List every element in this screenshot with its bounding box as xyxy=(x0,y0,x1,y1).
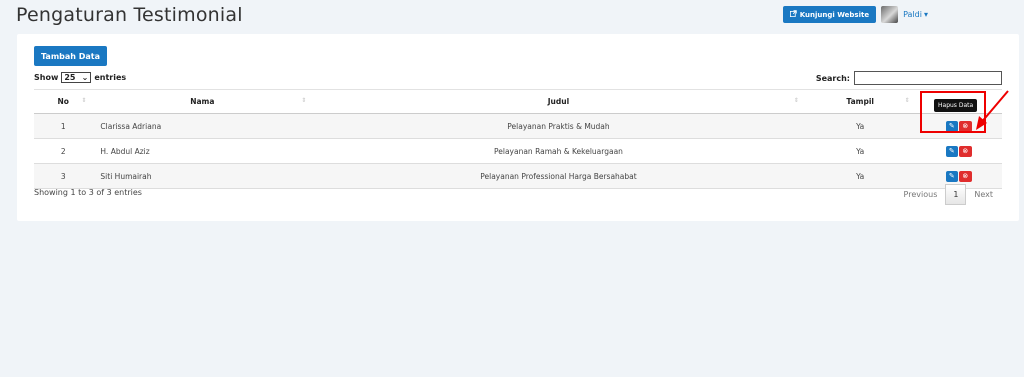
search-input[interactable] xyxy=(854,71,1002,85)
column-header-judul[interactable]: Judul ⇕ xyxy=(312,89,805,114)
chevron-down-icon: ⌄ xyxy=(81,73,89,82)
cell-actions: ✎ ⊗ xyxy=(915,138,1002,164)
cell-nama: Siti Humairah xyxy=(92,163,313,189)
testimonial-table: No ⇕ Nama ⇕ Judul ⇕ Tampil ⇕ 1 Clarissa Adri… xyxy=(34,89,1002,189)
cell-no: 3 xyxy=(34,163,93,189)
cell-judul: Pelayanan Professional Harga Bersahabat xyxy=(312,163,805,189)
pagination: Previous 1 Next xyxy=(904,184,993,205)
sort-icon: ⇕ xyxy=(793,97,799,104)
cell-tampil: Ya xyxy=(804,113,916,139)
column-header-label: Tampil xyxy=(846,97,874,106)
search-box: Search: xyxy=(816,71,1002,85)
column-header-nama[interactable]: Nama ⇕ xyxy=(92,89,313,114)
table-row: 1 Clarissa Adriana Pelayanan Praktis & M… xyxy=(34,113,1002,139)
data-card: Tambah Data Show 25 ⌄ entries Search: No… xyxy=(17,34,1019,221)
table-info: Showing 1 to 3 of 3 entries xyxy=(34,188,142,197)
column-header-label: Judul xyxy=(547,97,570,106)
column-header-label: No xyxy=(57,97,69,106)
sort-icon: ⇕ xyxy=(904,97,910,104)
avatar[interactable] xyxy=(881,6,899,23)
column-header-tampil[interactable]: Tampil ⇕ xyxy=(804,89,916,114)
cell-nama: H. Abdul Aziz xyxy=(92,138,313,164)
cell-judul: Pelayanan Ramah & Kekeluargaan xyxy=(312,138,805,164)
previous-button[interactable]: Previous xyxy=(904,190,938,199)
cell-tampil: Ya xyxy=(804,163,916,189)
entries-label: entries xyxy=(94,73,127,82)
sort-icon: ⇕ xyxy=(301,97,307,104)
page-button-1[interactable]: 1 xyxy=(945,184,967,205)
add-data-button[interactable]: Tambah Data xyxy=(34,46,108,66)
entries-length: Show 25 ⌄ entries xyxy=(34,72,126,83)
column-header-label: Nama xyxy=(190,97,215,106)
column-header-no[interactable]: No ⇕ xyxy=(34,89,93,114)
next-button[interactable]: Next xyxy=(974,190,993,199)
page-title: Pengaturan Testimonial xyxy=(16,4,243,26)
pencil-icon: ✎ xyxy=(948,147,955,155)
trash-icon: ⊗ xyxy=(962,172,969,180)
entries-select[interactable]: 25 ⌄ xyxy=(61,72,92,83)
delete-button[interactable]: ⊗ xyxy=(958,145,972,157)
user-menu[interactable]: Paldi ▾ xyxy=(903,10,928,19)
visit-website-label: Kunjungi Website xyxy=(799,10,870,19)
cell-tampil: Ya xyxy=(804,138,916,164)
annotation-arrow-icon xyxy=(976,90,1009,130)
external-link-icon xyxy=(789,10,797,19)
cell-nama: Clarissa Adriana xyxy=(92,113,313,139)
user-name: Paldi xyxy=(903,10,922,19)
caret-down-icon: ▾ xyxy=(923,10,928,19)
cell-no: 1 xyxy=(34,113,93,139)
show-label: Show xyxy=(34,73,59,82)
cell-judul: Pelayanan Praktis & Mudah xyxy=(312,113,805,139)
edit-button[interactable]: ✎ xyxy=(945,145,958,157)
delete-button[interactable]: ⊗ xyxy=(958,170,972,182)
table-row: 3 Siti Humairah Pelayanan Professional H… xyxy=(34,163,1002,189)
table-row: 2 H. Abdul Aziz Pelayanan Ramah & Kekelu… xyxy=(34,138,1002,164)
trash-icon: ⊗ xyxy=(962,147,969,155)
edit-button[interactable]: ✎ xyxy=(945,170,958,182)
cell-no: 2 xyxy=(34,138,93,164)
entries-select-value: 25 xyxy=(64,73,76,82)
visit-website-button[interactable]: Kunjungi Website xyxy=(782,6,877,23)
pencil-icon: ✎ xyxy=(948,172,955,180)
top-bar-actions: Kunjungi Website Paldi ▾ xyxy=(782,6,928,23)
search-label: Search: xyxy=(815,73,850,83)
sort-icon: ⇕ xyxy=(81,97,87,104)
